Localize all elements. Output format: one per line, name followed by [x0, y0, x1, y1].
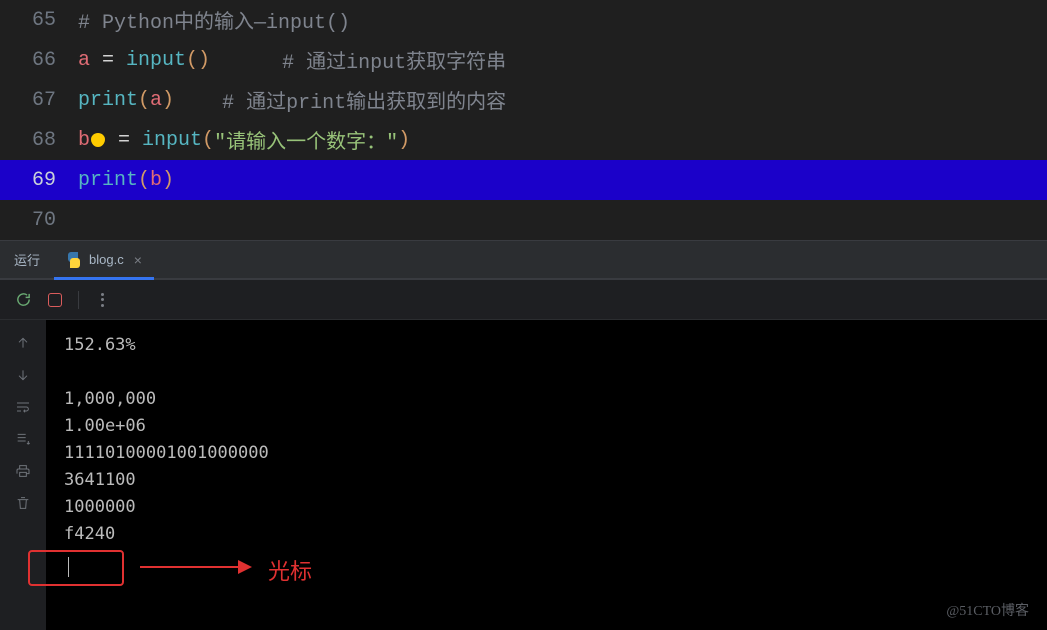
- output-line: 1000000: [64, 497, 136, 517]
- wrap-icon[interactable]: [14, 398, 32, 416]
- trash-icon[interactable]: [14, 494, 32, 512]
- tab-run[interactable]: 运行: [0, 241, 54, 278]
- line-number: 70: [0, 209, 78, 232]
- output-line: f4240: [64, 524, 115, 544]
- operator: =: [106, 129, 142, 152]
- panel-tabs: 运行 blog.c ×: [0, 240, 1047, 280]
- arrow-up-icon[interactable]: [14, 334, 32, 352]
- print-icon[interactable]: [14, 462, 32, 480]
- code-line-66[interactable]: 66 a = input() # 通过input获取字符串: [0, 40, 1047, 80]
- paren: ): [398, 129, 410, 152]
- variable: a: [150, 89, 162, 112]
- output-line: 1.00e+06: [64, 416, 146, 436]
- tab-file-active[interactable]: blog.c ×: [54, 241, 154, 278]
- comment: # 通过print输出获取到的内容: [222, 85, 506, 115]
- divider: [78, 291, 79, 309]
- variable: b: [150, 169, 162, 192]
- output-line: 152.63%: [64, 335, 136, 355]
- highlight-box: [28, 550, 124, 586]
- code-line-65[interactable]: 65 # Python中的输入—input(): [0, 0, 1047, 40]
- operator: =: [90, 49, 126, 72]
- space: [210, 49, 282, 72]
- lightbulb-icon[interactable]: [91, 133, 105, 147]
- scroll-icon[interactable]: [14, 430, 32, 448]
- tab-file-label: blog.c: [89, 252, 124, 267]
- watermark: @51CTO博客: [946, 600, 1029, 620]
- line-number: 66: [0, 49, 78, 72]
- more-button[interactable]: [93, 291, 111, 309]
- output-line: 11110100001001000000: [64, 443, 269, 463]
- paren: (: [138, 169, 150, 192]
- code-line-70[interactable]: 70: [0, 200, 1047, 240]
- function: print: [78, 169, 138, 192]
- python-icon: [66, 252, 82, 268]
- console-output[interactable]: 152.63% 1,000,000 1.00e+06 1111010000100…: [46, 320, 1047, 630]
- rerun-button[interactable]: [14, 291, 32, 309]
- variable: b: [78, 129, 90, 152]
- code-line-67[interactable]: 67 print(a) # 通过print输出获取到的内容: [0, 80, 1047, 120]
- function: print: [78, 89, 138, 112]
- line-number: 68: [0, 129, 78, 152]
- paren: (): [186, 49, 210, 72]
- string: "请输入一个数字：": [214, 125, 398, 155]
- arrow-down-icon[interactable]: [14, 366, 32, 384]
- output-line: 3641100: [64, 470, 136, 490]
- paren: ): [162, 89, 174, 112]
- function: input: [142, 129, 202, 152]
- line-number: 65: [0, 9, 78, 32]
- code-line-69[interactable]: 69 print(b): [0, 160, 1047, 200]
- run-toolbar: [0, 280, 1047, 320]
- paren: (: [202, 129, 214, 152]
- line-number: 67: [0, 89, 78, 112]
- paren: ): [162, 169, 174, 192]
- arrow-annotation: [140, 566, 250, 568]
- line-number: 69: [0, 169, 78, 192]
- close-icon[interactable]: ×: [134, 252, 142, 268]
- annotation-label: 光标: [268, 554, 312, 586]
- paren: (: [138, 89, 150, 112]
- output-panel: 152.63% 1,000,000 1.00e+06 1111010000100…: [0, 320, 1047, 630]
- comment: # Python中的输入—input(): [78, 5, 350, 35]
- variable: a: [78, 49, 90, 72]
- stop-button[interactable]: [46, 291, 64, 309]
- code-editor[interactable]: 65 # Python中的输入—input() 66 a = input() #…: [0, 0, 1047, 240]
- output-line: 1,000,000: [64, 389, 156, 409]
- function: input: [126, 49, 186, 72]
- comment: # 通过input获取字符串: [282, 45, 506, 75]
- code-line-68[interactable]: 68 b = input("请输入一个数字："): [0, 120, 1047, 160]
- space: [174, 89, 222, 112]
